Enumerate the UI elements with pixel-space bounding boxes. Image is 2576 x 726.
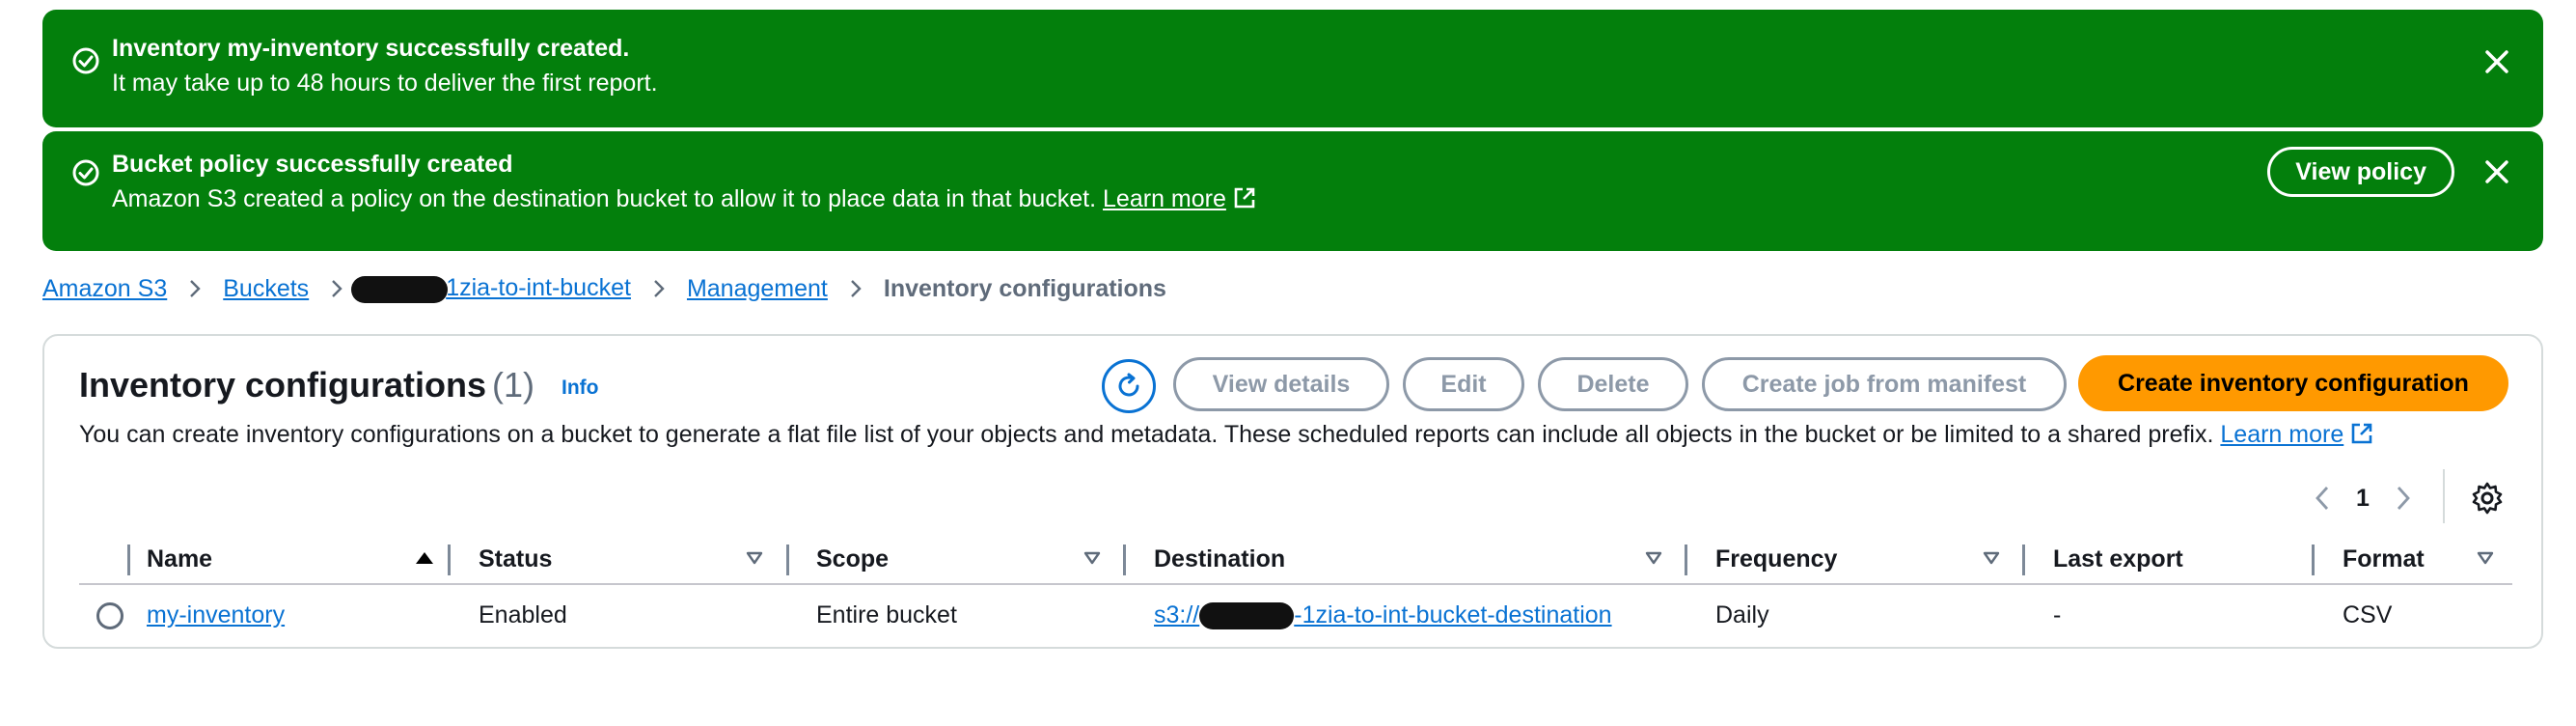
- chevron-right-icon: [851, 280, 862, 297]
- delete-button[interactable]: Delete: [1538, 357, 1688, 411]
- cell-scope: Entire bucket: [816, 601, 957, 628]
- sort-icon[interactable]: [1644, 550, 1663, 566]
- column-divider[interactable]: [2022, 544, 2025, 575]
- flash-inventory-created: Inventory my-inventory successfully crea…: [42, 10, 2543, 127]
- panel-description: You can create inventory configurations …: [79, 421, 2374, 449]
- chevron-left-icon[interactable]: [2312, 484, 2335, 513]
- redacted-text: [1199, 602, 1295, 630]
- inventory-configurations-panel: Inventory configurations (1) Info View de…: [42, 334, 2543, 649]
- breadcrumb-bucket-label: 1zia-to-int-bucket: [446, 274, 631, 302]
- close-icon[interactable]: [2480, 44, 2514, 79]
- breadcrumb-bucket[interactable]: 1zia-to-int-bucket: [351, 274, 631, 303]
- column-header-last-export[interactable]: Last export: [2053, 535, 2183, 583]
- pagination: 1: [2312, 479, 2414, 517]
- destination-suffix: -1zia-to-int-bucket-destination: [1294, 601, 1612, 628]
- cell-destination: s3:// -1zia-to-int-bucket-destination: [1154, 585, 1612, 645]
- chevron-right-icon: [190, 280, 201, 297]
- column-divider[interactable]: [1123, 544, 1126, 575]
- row-select-radio[interactable]: [96, 602, 123, 629]
- flash-title: Bucket policy successfully created: [112, 151, 513, 178]
- cell-status: Enabled: [479, 601, 567, 628]
- breadcrumb: Amazon S3 Buckets 1zia-to-int-bucket Man…: [42, 272, 1166, 305]
- view-policy-button[interactable]: View policy: [2267, 147, 2454, 197]
- view-details-button[interactable]: View details: [1173, 357, 1389, 411]
- destination-prefix: s3://: [1154, 601, 1200, 628]
- learn-more-link[interactable]: Learn more: [2220, 421, 2343, 448]
- breadcrumb-buckets[interactable]: Buckets: [223, 275, 309, 303]
- cell-name: my-inventory: [147, 585, 285, 645]
- cell-last-export: -: [2053, 601, 2062, 628]
- create-inventory-configuration-button[interactable]: Create inventory configuration: [2078, 355, 2508, 411]
- redacted-text: [351, 275, 449, 303]
- column-header-name[interactable]: Name: [147, 535, 212, 583]
- chevron-right-icon: [654, 280, 665, 297]
- inventory-table: Name Status Scope Destination Frequency …: [79, 535, 2512, 645]
- refresh-icon: [1118, 373, 1139, 397]
- table-row: my-inventory Enabled Entire bucket s3://…: [79, 585, 2512, 645]
- sort-ascending-icon[interactable]: [415, 550, 434, 566]
- flash-message-text: Amazon S3 created a policy on the destin…: [112, 185, 1097, 212]
- external-link-icon: [1234, 187, 1255, 209]
- column-divider: [127, 544, 130, 575]
- success-icon: [72, 47, 99, 74]
- column-divider[interactable]: [1685, 544, 1687, 575]
- column-divider[interactable]: [2312, 544, 2315, 575]
- close-icon[interactable]: [2480, 154, 2514, 189]
- table-header: Name Status Scope Destination Frequency …: [79, 535, 2512, 585]
- column-header-scope[interactable]: Scope: [816, 535, 889, 583]
- learn-more-link[interactable]: Learn more: [1103, 185, 1226, 212]
- item-count: (1): [492, 365, 535, 405]
- page-title: Inventory configurations (1): [79, 365, 534, 405]
- sort-icon[interactable]: [1082, 550, 1102, 566]
- flash-title: Inventory my-inventory successfully crea…: [112, 35, 630, 62]
- divider: [2443, 469, 2445, 523]
- breadcrumb-amazon-s3[interactable]: Amazon S3: [42, 275, 167, 303]
- column-divider[interactable]: [786, 544, 789, 575]
- flash-policy-created: Bucket policy successfully created Amazo…: [42, 131, 2543, 251]
- success-icon: [72, 159, 99, 186]
- destination-link[interactable]: s3:// -1zia-to-int-bucket-destination: [1154, 601, 1612, 630]
- column-divider[interactable]: [448, 544, 451, 575]
- edit-button[interactable]: Edit: [1403, 357, 1524, 411]
- refresh-button[interactable]: [1102, 359, 1156, 413]
- inventory-name-link[interactable]: my-inventory: [147, 601, 285, 628]
- flash-message: Amazon S3 created a policy on the destin…: [112, 185, 1257, 213]
- info-link[interactable]: Info: [562, 377, 598, 400]
- cell-frequency: Daily: [1715, 601, 1769, 628]
- chevron-right-icon: [332, 280, 343, 297]
- chevron-right-icon[interactable]: [2391, 484, 2414, 513]
- sort-icon[interactable]: [745, 550, 764, 566]
- external-link-icon: [2351, 423, 2372, 444]
- page-number[interactable]: 1: [2356, 485, 2370, 513]
- sort-icon[interactable]: [2476, 550, 2495, 566]
- column-header-frequency[interactable]: Frequency: [1715, 535, 1837, 583]
- breadcrumb-management[interactable]: Management: [687, 275, 828, 303]
- column-header-format[interactable]: Format: [2343, 535, 2425, 583]
- column-header-status[interactable]: Status: [479, 535, 552, 583]
- sort-icon[interactable]: [1982, 550, 2001, 566]
- column-header-destination[interactable]: Destination: [1154, 535, 1285, 583]
- gear-icon[interactable]: [2470, 481, 2505, 516]
- create-job-from-manifest-button[interactable]: Create job from manifest: [1702, 357, 2067, 411]
- cell-format: CSV: [2343, 601, 2393, 628]
- breadcrumb-current: Inventory configurations: [883, 274, 1166, 302]
- flash-message: It may take up to 48 hours to deliver th…: [112, 70, 658, 97]
- panel-title-text: Inventory configurations: [79, 365, 487, 405]
- description-text: You can create inventory configurations …: [79, 421, 2214, 448]
